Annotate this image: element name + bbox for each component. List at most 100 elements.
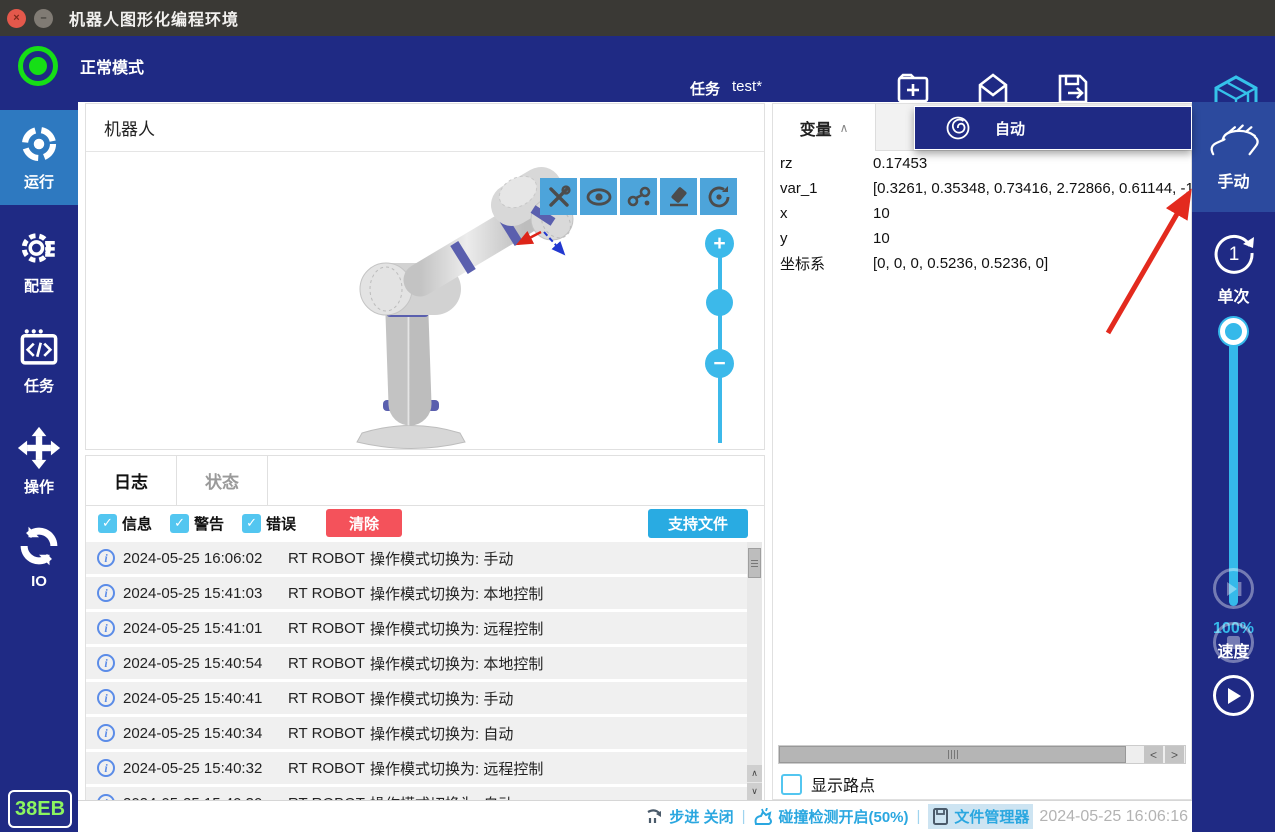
open-file-icon [976, 72, 1010, 106]
step-icon [646, 809, 664, 825]
horizontal-scrollbar[interactable]: < > [778, 745, 1186, 764]
log-scrollbar-thumb[interactable] [748, 548, 761, 578]
statusbar-timestamp: 2024-05-25 16:06:16 [1039, 808, 1188, 826]
left-sidebar: 运行 配置 任务 操作 [0, 102, 78, 832]
step-mode-toggle[interactable]: 步进 关闭 [646, 806, 733, 827]
collision-icon [753, 808, 773, 826]
log-row[interactable]: i 2024-05-25 16:06:02RT ROBOT操作模式切换为: 手动 [86, 542, 748, 574]
rotate-icon [705, 183, 733, 211]
variable-row[interactable]: var_1[0.3261, 0.35348, 0.73416, 2.72866,… [773, 176, 1191, 201]
filter-info[interactable]: ✓ 信息 [98, 513, 152, 534]
variable-row[interactable]: 坐标系[0, 0, 0, 0.5236, 0.5236, 0] [773, 251, 1191, 276]
stop-button[interactable] [1213, 622, 1254, 663]
variable-row[interactable]: y10 [773, 226, 1191, 251]
variables-list: rz0.17453 var_1[0.3261, 0.35348, 0.73416… [773, 151, 1191, 276]
scroll-down-icon[interactable]: ∨ [747, 783, 762, 800]
zoom-in-button[interactable]: + [705, 229, 734, 258]
robot-panel-title: 机器人 [104, 115, 155, 140]
close-icon[interactable]: × [7, 9, 26, 28]
info-icon: i [97, 689, 115, 707]
path-points-icon [625, 183, 653, 211]
separator: | [917, 808, 921, 825]
checkbox-error[interactable]: ✓ [242, 514, 261, 533]
robot-3d-view[interactable]: + − [86, 152, 764, 449]
scroll-left-icon[interactable]: < [1144, 746, 1163, 763]
variable-row[interactable]: rz0.17453 [773, 151, 1191, 176]
support-files-button[interactable]: 支持文件 [648, 509, 748, 538]
sidebar-item-run[interactable]: 运行 [0, 110, 78, 205]
robot-panel-header: 机器人 [86, 104, 764, 152]
tab-log[interactable]: 日志 [86, 456, 177, 505]
manual-mode-button[interactable]: 手动 [1192, 102, 1275, 212]
clear-button[interactable]: 清除 [326, 509, 402, 537]
window-title: 机器人图形化编程环境 [69, 6, 239, 30]
visibility-button[interactable] [580, 178, 617, 215]
collision-detection-toggle[interactable]: 碰撞检测开启(50%) [753, 806, 908, 827]
single-cycle-icon: 1 [1210, 229, 1258, 277]
show-waypoints-option[interactable]: 显示路点 [781, 772, 875, 796]
scroll-up-icon[interactable]: ∧ [747, 765, 762, 782]
mode-label: 正常模式 [80, 54, 144, 78]
right-sidebar: 手动 1 单次 100% 速度 [1192, 102, 1275, 832]
file-manager-button[interactable]: 文件管理器 [928, 804, 1033, 829]
log-row[interactable]: i 2024-05-25 15:40:54RT ROBOT操作模式切换为: 本地… [86, 647, 748, 679]
single-run-button[interactable]: 1 单次 [1192, 220, 1275, 315]
statusbar: 步进 关闭 | 碰撞检测开启(50%) | 文件管理器 2024-05-25 1… [78, 800, 1192, 832]
play-icon [1226, 687, 1242, 705]
log-row[interactable]: i 2024-05-25 15:40:34RT ROBOT操作模式切换为: 自动 [86, 717, 748, 749]
sidebar-item-io[interactable]: IO [0, 510, 78, 605]
path-button[interactable] [620, 178, 657, 215]
log-tabs: 日志 状态 [86, 456, 764, 506]
io-cycle-icon [18, 525, 60, 567]
sidebar-item-task[interactable]: 任务 [0, 314, 78, 409]
tab-status[interactable]: 状态 [177, 456, 268, 505]
view-toolbar [540, 178, 737, 215]
mode-indicator: 正常模式 [18, 46, 144, 86]
info-icon: i [97, 584, 115, 602]
speed-slider-thumb[interactable] [1220, 318, 1247, 345]
mode-dropdown-auto[interactable]: 自动 [914, 106, 1192, 150]
log-row[interactable]: i 2024-05-25 15:41:03RT ROBOT操作模式切换为: 本地… [86, 577, 748, 609]
tools-icon [546, 184, 572, 210]
log-row[interactable]: i 2024-05-25 15:40:32RT ROBOT操作模式切换为: 远程… [86, 752, 748, 784]
hand-icon [1208, 122, 1260, 162]
log-panel: 日志 状态 ✓ 信息 ✓ 警告 ✓ 错误 清除 支持文件 i 2024-05-2… [85, 455, 765, 800]
info-icon: i [97, 759, 115, 777]
log-row[interactable]: i 2024-05-25 15:40:41RT ROBOT操作模式切换为: 手动 [86, 682, 748, 714]
variable-row[interactable]: x10 [773, 201, 1191, 226]
minimize-icon[interactable]: – [34, 9, 53, 28]
reset-view-button[interactable] [700, 178, 737, 215]
robot-panel: 机器人 [85, 103, 765, 450]
step-next-button[interactable] [1213, 568, 1254, 609]
titlebar: × – 机器人图形化编程环境 [0, 0, 1275, 36]
drive-icon [932, 808, 949, 825]
log-row[interactable]: i 2024-05-25 15:40:30RT ROBOT操作模式切换为: 自动 [86, 787, 748, 800]
svg-text:1: 1 [1228, 244, 1239, 265]
sidebar-item-config[interactable]: 配置 [0, 214, 78, 309]
play-button[interactable] [1213, 675, 1254, 716]
variables-panel: 变量 ∧ rz0.17453 var_1[0.3261, 0.35348, 0.… [772, 103, 1192, 800]
scroll-right-icon[interactable]: > [1165, 746, 1184, 763]
log-row[interactable]: i 2024-05-25 15:41:01RT ROBOT操作模式切换为: 远程… [86, 612, 748, 644]
checkbox-warning[interactable]: ✓ [170, 514, 189, 533]
separator: | [742, 808, 746, 825]
variables-tab[interactable]: 变量 ∧ [773, 104, 876, 151]
checkbox-waypoints[interactable] [781, 774, 802, 795]
app-window: × – 机器人图形化编程环境 正常模式 任务 test* 配置 default … [0, 0, 1275, 832]
sidebar-item-operate[interactable]: 操作 [0, 414, 78, 509]
erase-button[interactable] [660, 178, 697, 215]
speed-slider-track[interactable] [1229, 340, 1238, 606]
log-filter-row: ✓ 信息 ✓ 警告 ✓ 错误 清除 支持文件 [86, 506, 764, 540]
filter-warning[interactable]: ✓ 警告 [170, 513, 224, 534]
zoom-out-button[interactable]: − [705, 349, 734, 378]
info-icon: i [97, 549, 115, 567]
tools-button[interactable] [540, 178, 577, 215]
h-scrollbar-thumb[interactable] [779, 746, 1126, 763]
zoom-slider-thumb[interactable] [706, 289, 733, 316]
task-field: 任务 test* [690, 78, 762, 99]
log-scrollbar[interactable]: ∧ ∨ [747, 542, 762, 800]
save-icon [1056, 72, 1090, 106]
code-window-icon [18, 327, 60, 369]
checkbox-info[interactable]: ✓ [98, 514, 117, 533]
filter-error[interactable]: ✓ 错误 [242, 513, 296, 534]
